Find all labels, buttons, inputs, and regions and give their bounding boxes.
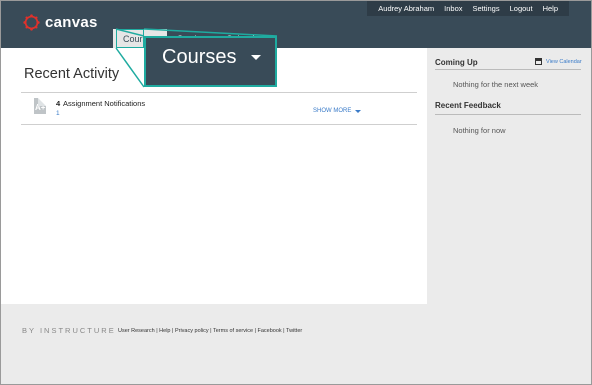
callout-label: Courses <box>162 46 237 68</box>
footer-brand[interactable]: BY INSTRUCTURE <box>22 326 116 335</box>
notification-divider <box>21 124 417 125</box>
courses-callout: Courses <box>144 36 277 87</box>
feedback-empty: Nothing for now <box>453 126 506 135</box>
recent-feedback-divider <box>435 114 581 115</box>
callout-caret-icon <box>251 55 261 60</box>
footer: BY INSTRUCTURE User Research | Help | Pr… <box>1 304 591 384</box>
callout-connector <box>115 28 278 88</box>
notification-subcount[interactable]: 1 <box>56 110 60 117</box>
app-window: canvas Courses Grades Calendar Audrey Ab… <box>0 0 592 385</box>
footer-links[interactable]: User Research | Help | Privacy policy | … <box>118 328 302 334</box>
